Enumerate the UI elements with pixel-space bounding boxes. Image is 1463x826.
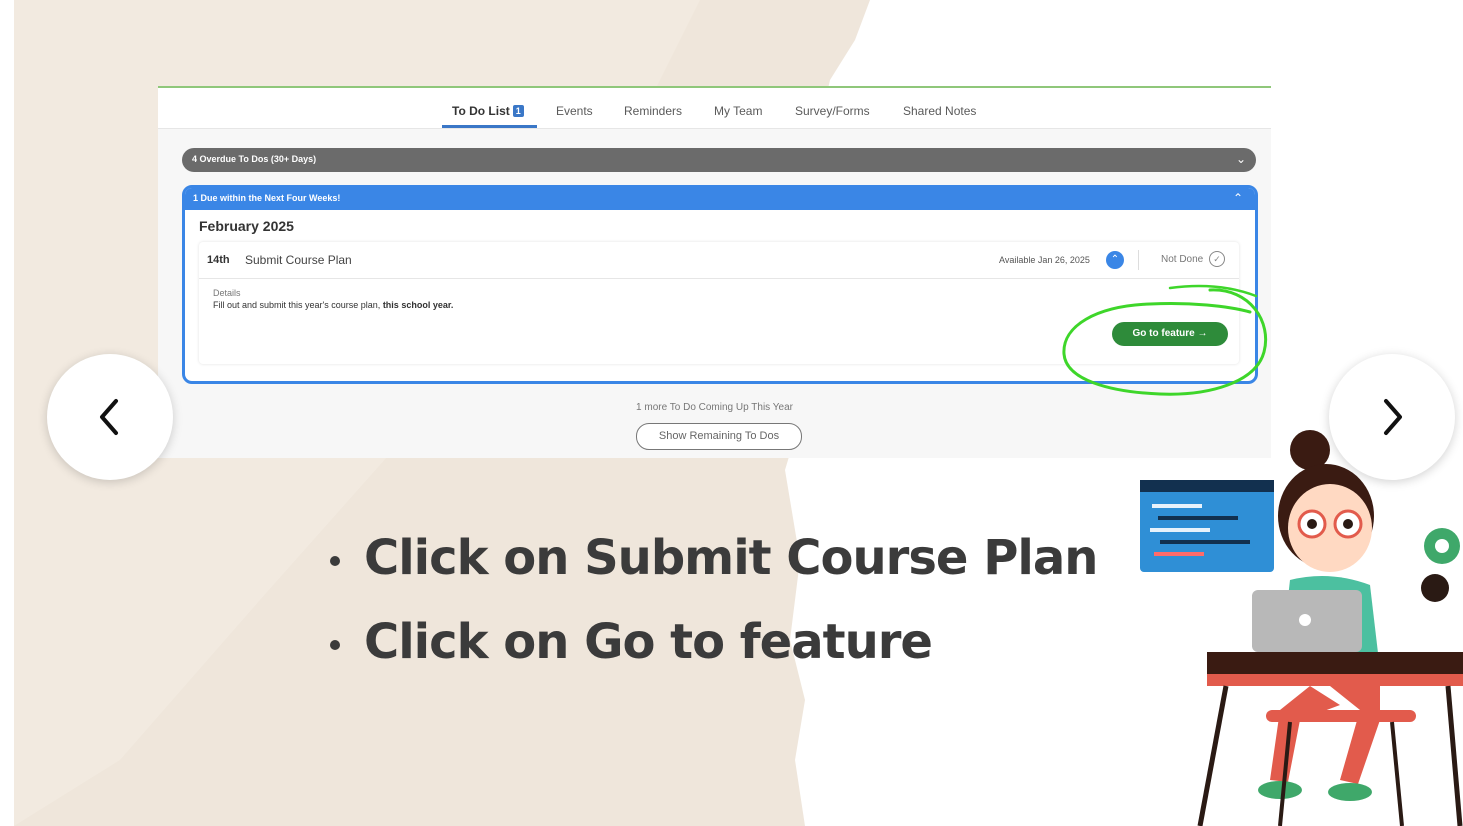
- show-remaining-button[interactable]: Show Remaining To Dos: [636, 423, 802, 450]
- programmer-illustration: [1140, 430, 1463, 826]
- tab-todo-label: To Do List: [452, 104, 510, 118]
- todo-day: 14th: [207, 254, 230, 266]
- month-heading: February 2025: [199, 218, 294, 234]
- overdue-label: 4 Overdue To Dos (30+ Days): [192, 154, 317, 164]
- instruction-text: Click on Go to feature: [364, 614, 933, 670]
- instruction-list: Click on Submit Course Plan Click on Go …: [330, 516, 1098, 684]
- chevron-up-icon: ⌃: [1232, 191, 1243, 205]
- go-to-feature-button[interactable]: Go to feature →: [1112, 322, 1228, 346]
- details-body: Fill out and submit this year's course p…: [213, 300, 381, 310]
- tab-survey-forms[interactable]: Survey/Forms: [795, 104, 870, 118]
- todo-title[interactable]: Submit Course Plan: [245, 253, 352, 267]
- chevron-left-icon: [100, 399, 118, 435]
- details-text: Fill out and submit this year's course p…: [213, 300, 453, 310]
- check-circle-icon[interactable]: ✓: [1209, 251, 1225, 267]
- details-emphasis: this school year.: [382, 300, 454, 310]
- due-soon-panel: 1 Due within the Next Four Weeks! ⌃ Febr…: [182, 185, 1258, 384]
- tab-reminders[interactable]: Reminders: [624, 104, 682, 118]
- active-tab-indicator: [442, 125, 537, 128]
- overdue-todos-bar[interactable]: 4 Overdue To Dos (30+ Days) ⌄: [182, 148, 1256, 172]
- bullet-dot: [330, 640, 340, 650]
- tab-bar: To Do List 1 Events Reminders My Team Sur…: [158, 88, 1271, 129]
- instruction-text: Click on Submit Course Plan: [364, 530, 1098, 586]
- status-label: Not Done: [1161, 254, 1204, 265]
- left-margin: [0, 0, 14, 826]
- todo-item-row[interactable]: 14th Submit Course Plan Available Jan 26…: [199, 242, 1239, 279]
- tab-todo-list[interactable]: To Do List 1: [452, 104, 524, 118]
- todo-item: 14th Submit Course Plan Available Jan 26…: [199, 242, 1239, 364]
- chevron-up-icon[interactable]: ⌃: [1106, 251, 1124, 269]
- tab-events[interactable]: Events: [556, 104, 593, 118]
- details-label: Details: [213, 288, 241, 298]
- due-soon-label: 1 Due within the Next Four Weeks!: [193, 193, 341, 203]
- divider: [1138, 250, 1139, 270]
- embedded-screenshot: To Do List 1 Events Reminders My Team Sur…: [158, 86, 1271, 458]
- previous-slide-button[interactable]: [47, 354, 173, 480]
- more-todos-text: 1 more To Do Coming Up This Year: [636, 402, 793, 413]
- available-date: Available Jan 26, 2025: [999, 255, 1090, 265]
- chevron-down-icon: ⌄: [1235, 152, 1246, 166]
- bullet-dot: [330, 556, 340, 566]
- todo-count-badge: 1: [512, 105, 524, 117]
- instruction-item: Click on Go to feature: [330, 600, 1097, 684]
- due-soon-header[interactable]: 1 Due within the Next Four Weeks! ⌃: [185, 188, 1255, 210]
- tab-my-team[interactable]: My Team: [714, 104, 762, 118]
- tab-shared-notes[interactable]: Shared Notes: [903, 104, 976, 118]
- slide: To Do List 1 Events Reminders My Team Sur…: [0, 0, 1463, 826]
- instruction-item: Click on Submit Course Plan: [330, 516, 1098, 600]
